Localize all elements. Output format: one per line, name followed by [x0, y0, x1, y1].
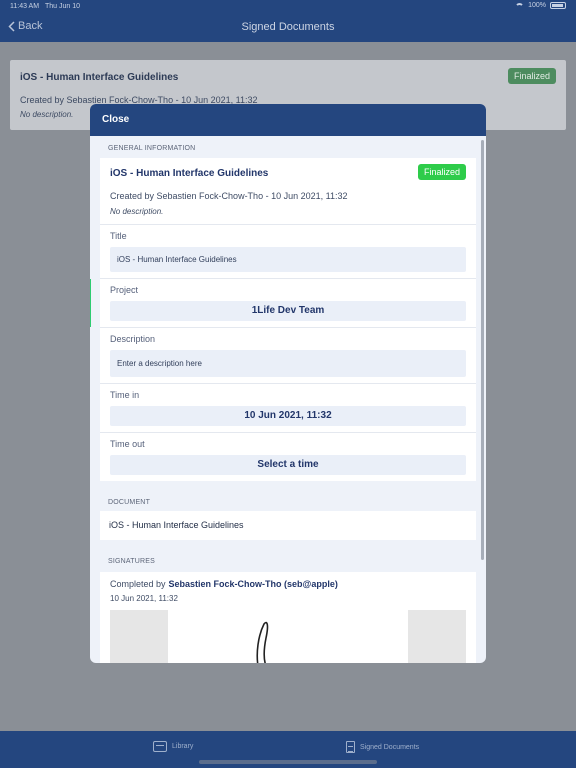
project-label: Project [110, 285, 139, 295]
status-right: 100% [515, 2, 566, 9]
page-title: Signed Documents [241, 21, 335, 33]
signature-date: 10 Jun 2021, 11:32 [110, 594, 178, 603]
signer-name: Sebastien Fock-Chow-Tho (seb@apple) [168, 579, 338, 589]
modal-header: Close [90, 104, 486, 136]
tab-library-label: Library [172, 743, 194, 750]
general-information-card: iOS - Human Interface Guidelines Finaliz… [90, 158, 476, 481]
active-field-indicator [90, 279, 91, 327]
info-title: iOS - Human Interface Guidelines [110, 168, 269, 179]
close-button[interactable]: Close [102, 114, 129, 125]
status-bar: 11:43 AM Thu Jun 10 100% [0, 0, 576, 12]
wifi-icon [515, 2, 525, 9]
battery-icon [550, 2, 566, 9]
info-created: Created by Sebastien Fock-Chow-Tho - 10 … [110, 191, 348, 201]
description-label: Description [110, 334, 156, 344]
status-time: 11:43 AM [10, 3, 40, 10]
time-in-field: Time in 10 Jun 2021, 11:32 [100, 384, 476, 433]
project-field: Project 1Life Dev Team [90, 279, 476, 328]
info-description: No description. [110, 207, 164, 216]
signature-card: Completed by Sebastien Fock-Chow-Tho (seb… [100, 572, 476, 663]
time-in-picker[interactable]: 10 Jun 2021, 11:32 [110, 406, 466, 426]
title-field: Title iOS - Human Interface Guidelines [100, 225, 476, 279]
tab-signed-documents[interactable]: Signed Documents [346, 741, 419, 753]
signature-completed-by: Completed by Sebastien Fock-Chow-Tho (seb… [110, 579, 466, 589]
list-item-description: No description. [20, 110, 74, 119]
tab-library[interactable]: Library [153, 741, 193, 752]
finalized-badge: Finalized [417, 164, 466, 180]
signature-image [110, 610, 466, 663]
status-badge: Finalized [507, 68, 556, 84]
document-row[interactable]: iOS - Human Interface Guidelines [100, 511, 476, 540]
tray-icon [153, 741, 167, 752]
project-selector[interactable]: 1Life Dev Team [110, 301, 466, 321]
signature-margin-left [110, 610, 168, 663]
time-out-label: Time out [110, 439, 145, 449]
status-date: Thu Jun 10 [45, 3, 81, 10]
document-detail-modal: Close GENERAL INFORMATION iOS - Human In… [90, 104, 486, 663]
title-input[interactable]: iOS - Human Interface Guidelines [110, 247, 466, 272]
completed-by-label: Completed by [110, 579, 166, 589]
description-field: Description Enter a description here [100, 328, 476, 384]
modal-scrollbar[interactable] [481, 140, 484, 560]
info-summary: iOS - Human Interface Guidelines Finaliz… [100, 158, 476, 225]
document-header: DOCUMENT [108, 499, 151, 506]
list-item-title: iOS - Human Interface Guidelines [20, 72, 179, 83]
signatures-header: SIGNATURES [108, 558, 155, 565]
title-label: Title [110, 231, 127, 241]
time-out-field: Time out Select a time [100, 433, 476, 481]
description-input[interactable]: Enter a description here [110, 350, 466, 377]
tab-signed-label: Signed Documents [360, 743, 420, 751]
signature-margin-right [408, 610, 466, 663]
document-icon [346, 741, 355, 753]
signature-stroke [256, 621, 269, 663]
battery-percent: 100% [528, 2, 546, 9]
time-out-picker[interactable]: Select a time [110, 455, 466, 475]
top-bar: 11:43 AM Thu Jun 10 100% Back Signed Doc… [0, 0, 576, 42]
general-information-header: GENERAL INFORMATION [108, 145, 196, 152]
modal-scroll-area[interactable]: GENERAL INFORMATION iOS - Human Interfac… [90, 136, 486, 663]
home-indicator [199, 760, 377, 764]
time-in-label: Time in [110, 390, 140, 400]
